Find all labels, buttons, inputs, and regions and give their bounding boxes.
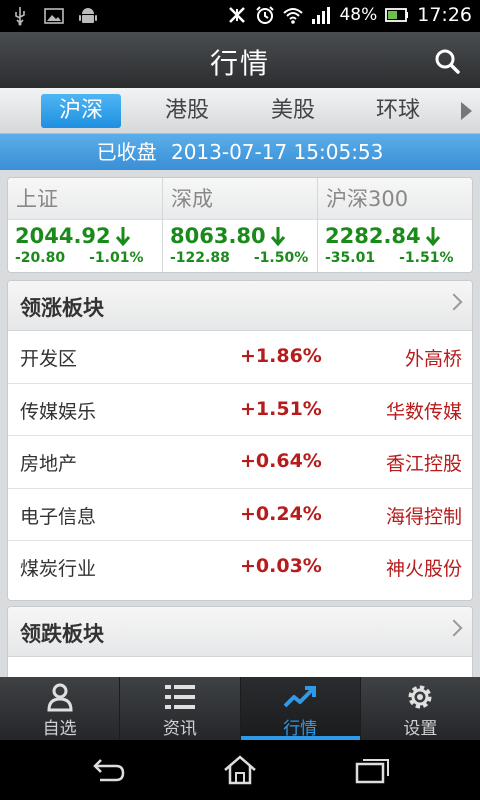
nav-news[interactable]: 资讯 <box>120 677 241 740</box>
app-header: 行情 <box>0 32 480 88</box>
index-change: -20.80 <box>15 250 66 266</box>
index-name: 深成 <box>163 178 317 220</box>
index-value: 2282.84 <box>325 224 421 248</box>
person-icon <box>47 683 73 712</box>
down-arrow-icon <box>115 227 130 247</box>
tab-global[interactable]: 环球 <box>358 94 438 128</box>
down-arrow-icon <box>425 227 440 247</box>
clock: 17:26 <box>417 4 472 26</box>
market-tabs: 沪深 港股 美股 环球 <box>0 88 480 134</box>
android-icon <box>79 8 97 23</box>
list-item[interactable]: 开发区 +1.86% 外高桥 <box>8 331 472 384</box>
recent-apps-icon[interactable] <box>353 754 393 786</box>
bottom-nav: 自选 资讯 行情 设置 <box>0 677 480 740</box>
index-value: 2044.92 <box>15 224 111 248</box>
leading-stock: 外高桥 <box>404 348 462 370</box>
top-gainers-panel: 领涨板块 开发区 +1.86% 外高桥 传媒娱乐 +1.51% 华数传媒 房地产… <box>7 280 473 601</box>
index-change: -122.88 <box>170 250 230 266</box>
index-name: 上证 <box>8 178 162 220</box>
top-gainers-header[interactable]: 领涨板块 <box>8 281 472 331</box>
index-card-shanghai[interactable]: 上证 2044.92 -20.80 -1.01% <box>8 178 163 272</box>
list-item[interactable]: 传媒娱乐 +1.51% 华数传媒 <box>8 384 472 436</box>
leading-stock: 神火股份 <box>385 558 462 580</box>
market-status-bar: 已收盘 2013-07-17 15:05:53 <box>0 134 480 170</box>
search-icon[interactable] <box>432 46 462 76</box>
status-bar: 48% 17:26 <box>0 0 480 32</box>
sector-name: 煤炭行业 <box>20 558 97 580</box>
nav-label: 设置 <box>403 719 438 739</box>
top-losers-panel: 领跌板块 <box>7 606 473 686</box>
nav-market[interactable]: 行情 <box>240 677 361 740</box>
tab-hk[interactable]: 港股 <box>147 94 227 128</box>
sector-name: 房地产 <box>20 453 78 475</box>
gear-icon <box>408 685 432 709</box>
nav-watchlist[interactable]: 自选 <box>0 677 121 740</box>
chevron-right-icon <box>445 293 463 311</box>
sector-percent: +0.64% <box>240 450 322 472</box>
leading-stock: 海得控制 <box>385 505 462 528</box>
top-losers-header[interactable]: 领跌板块 <box>8 607 472 657</box>
tab-hushen[interactable]: 沪深 <box>41 94 121 128</box>
usb-icon <box>15 7 25 26</box>
list-item[interactable]: 电子信息 +0.24% 海得控制 <box>8 489 472 541</box>
signal-icon <box>312 7 331 24</box>
sector-percent: +1.51% <box>240 397 322 420</box>
tabs-scroll-right-icon[interactable] <box>461 102 472 120</box>
nav-label: 行情 <box>283 719 318 739</box>
list-item[interactable]: 煤炭行业 +0.03% 神火股份 <box>8 541 472 594</box>
leading-stock: 华数传媒 <box>385 400 462 423</box>
index-card-hs300[interactable]: 沪深300 2282.84 -35.01 -1.51% <box>318 178 472 272</box>
sector-percent: +1.86% <box>240 345 322 367</box>
index-percent: -1.50% <box>253 250 309 266</box>
market-datetime: 2013-07-17 15:05:53 <box>170 140 384 164</box>
index-percent: -1.51% <box>399 250 454 266</box>
index-card-shenzhen[interactable]: 深成 8063.80 -122.88 -1.50% <box>163 178 318 272</box>
news-list-icon <box>164 685 195 709</box>
sector-name: 电子信息 <box>20 505 97 528</box>
battery-icon <box>385 8 409 22</box>
index-summary: 上证 2044.92 -20.80 -1.01% 深成 8063.80 -122.… <box>7 177 473 273</box>
list-item[interactable]: 房地产 +0.64% 香江控股 <box>8 436 472 489</box>
battery-percent: 48% <box>339 5 378 25</box>
nav-settings[interactable]: 设置 <box>361 677 480 740</box>
tab-us[interactable]: 美股 <box>253 94 333 128</box>
sector-name: 开发区 <box>20 348 78 370</box>
nav-label: 自选 <box>42 719 77 739</box>
sector-percent: +0.24% <box>240 502 322 525</box>
trend-chart-icon <box>283 686 317 708</box>
sector-percent: +0.03% <box>240 555 322 577</box>
index-value: 8063.80 <box>170 224 266 248</box>
index-percent: -1.01% <box>89 250 144 266</box>
sector-name: 传媒娱乐 <box>20 400 97 423</box>
index-name: 沪深300 <box>318 178 472 220</box>
mute-icon <box>229 7 246 23</box>
nav-label: 资讯 <box>162 719 197 739</box>
home-icon[interactable] <box>220 754 260 786</box>
alarm-icon <box>256 6 275 24</box>
back-icon[interactable] <box>88 754 128 786</box>
page-title: 行情 <box>209 47 270 80</box>
index-change: -35.01 <box>325 250 376 266</box>
down-arrow-icon <box>270 227 285 247</box>
market-state: 已收盘 <box>96 140 157 164</box>
panel-title: 领涨板块 <box>20 296 104 320</box>
chevron-right-icon <box>445 619 463 637</box>
image-icon <box>44 8 64 24</box>
leading-stock: 香江控股 <box>385 453 462 475</box>
panel-title: 领跌板块 <box>20 622 104 646</box>
wifi-icon <box>283 8 304 24</box>
system-nav-bar <box>0 740 480 800</box>
